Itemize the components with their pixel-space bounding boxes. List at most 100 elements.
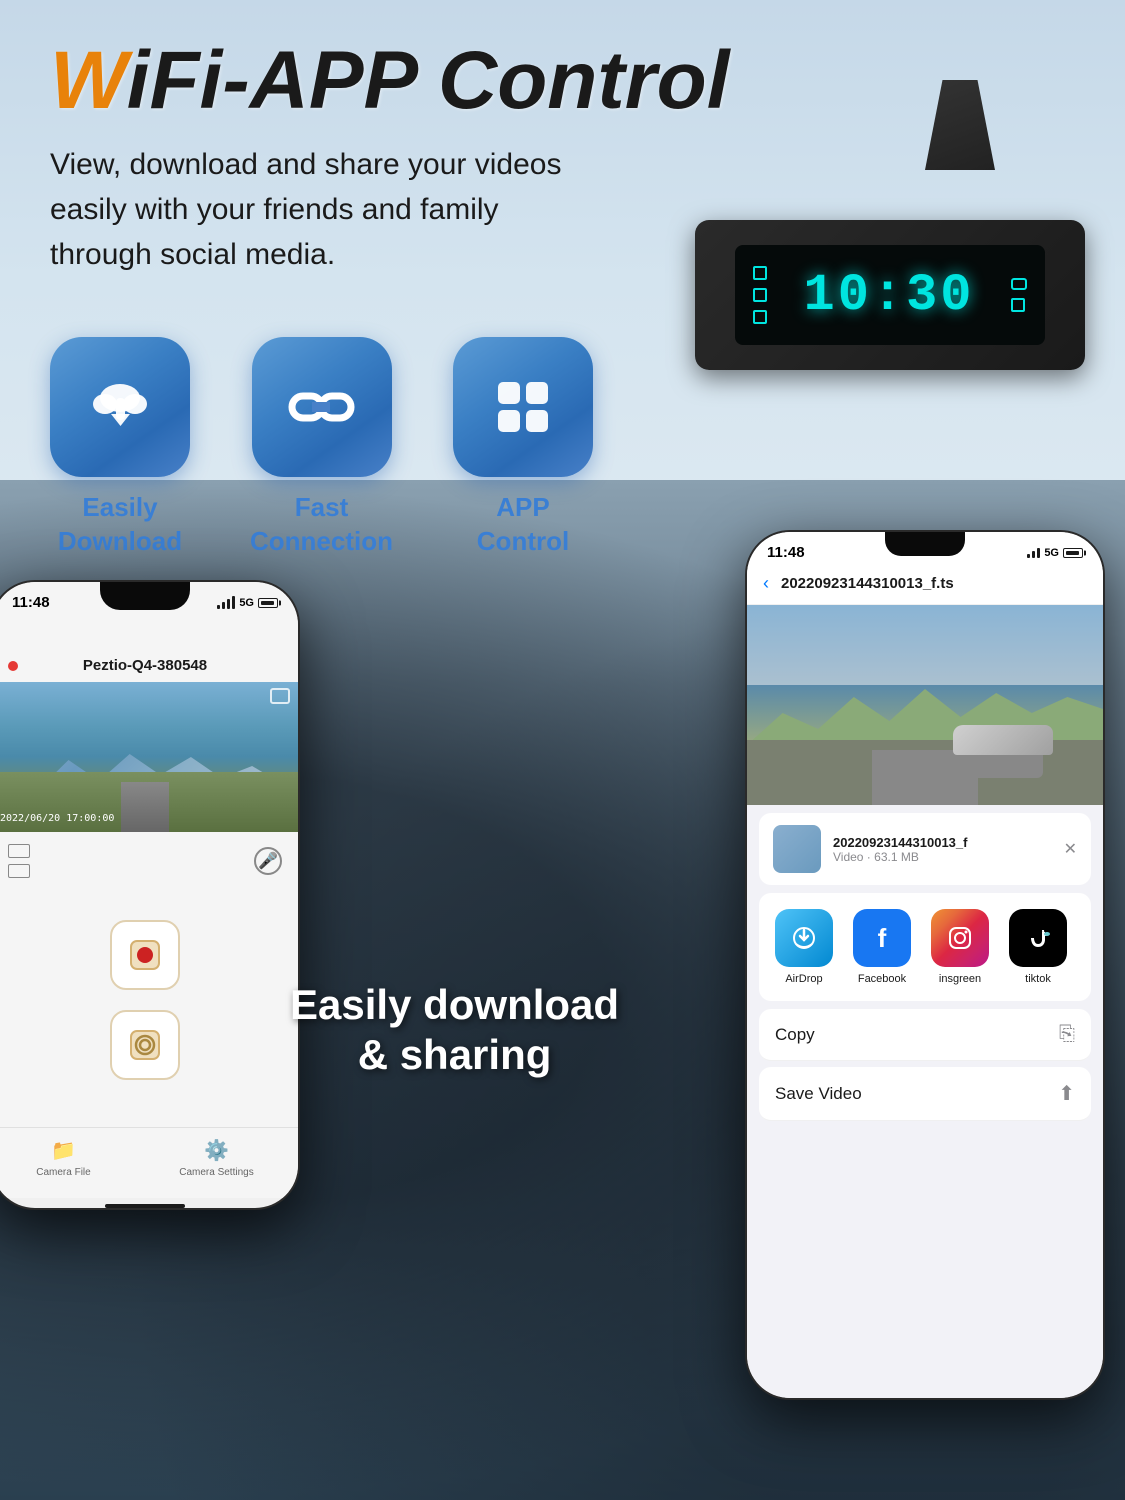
feature-control: APPControl (453, 337, 593, 559)
right-video-preview (747, 605, 1103, 805)
app-name-label: Peztio-Q4-380548 (83, 657, 207, 674)
camera-file-icon: 📁 (51, 1138, 76, 1163)
dashcam-mount (925, 80, 995, 170)
share-file-name: 20220923144310013_f (833, 835, 1052, 850)
left-controls-bar: 🎤 (0, 832, 298, 890)
overlay-text: Easily download & sharing (290, 980, 619, 1081)
overlay-heading: Easily download & sharing (290, 980, 619, 1081)
right-notch (885, 532, 965, 556)
video-timestamp: 2022/06/20 17:00:00 (0, 813, 114, 824)
camera-button[interactable] (110, 1010, 180, 1080)
nav-camera-file[interactable]: 📁 Camera File (36, 1138, 90, 1178)
dashcam-time: 10:30 (803, 266, 974, 325)
share-thumb (773, 825, 821, 873)
right-video-car (953, 725, 1053, 775)
back-arrow-icon[interactable]: ‹ (763, 573, 769, 594)
left-mini-icons (8, 844, 30, 878)
screen-icon-3 (753, 310, 767, 324)
left-phone-notch (100, 582, 190, 610)
connection-icon-box (252, 337, 392, 477)
phone-left: 11:48 5G Peztio-Q4- (0, 580, 300, 1210)
save-video-label: Save Video (775, 1084, 862, 1104)
bottom-nav: 📁 Camera File ⚙️ Camera Settings (0, 1127, 298, 1198)
home-indicator (105, 1204, 185, 1208)
network-label: 5G (239, 597, 254, 609)
download-icon-box (50, 337, 190, 477)
signal-bar-1 (217, 605, 220, 609)
subtitle-text: View, download and share your videos eas… (50, 142, 570, 277)
share-apps-row: AirDrop f Facebook (759, 893, 1091, 1001)
right-topbar: ‹ 20220923144310013_f.ts (747, 567, 1103, 605)
r-bar-3 (1037, 548, 1040, 558)
settings-icon: ⚙️ (204, 1138, 229, 1163)
facebook-icon: f (853, 909, 911, 967)
airdrop-icon (775, 909, 833, 967)
signal-bars (217, 596, 235, 609)
tiktok-icon (1009, 909, 1067, 967)
screenshot-icon (270, 688, 290, 704)
right-filename: 20220923144310013_f.ts (781, 575, 954, 592)
phone-right: 11:48 5G ‹ 20220923144310013_f.ts (745, 530, 1105, 1400)
right-status-time: 11:48 (767, 544, 805, 561)
screen-icon-2 (753, 288, 767, 302)
camera-file-label: Camera File (36, 1167, 90, 1178)
screen-wifi-icon (1011, 278, 1027, 290)
close-icon[interactable]: ✕ (1064, 839, 1077, 859)
left-status-time: 11:48 (12, 594, 50, 611)
share-app-airdrop[interactable]: AirDrop (775, 909, 833, 985)
download-icon (83, 370, 158, 445)
copy-action[interactable]: Copy ⎘ (759, 1009, 1091, 1061)
battery-icon (258, 598, 278, 608)
airdrop-label: AirDrop (785, 973, 822, 985)
share-app-facebook[interactable]: f Facebook (853, 909, 911, 985)
signal-bar-3 (227, 599, 230, 609)
right-network: 5G (1044, 547, 1059, 559)
main-buttons-area (0, 890, 298, 1127)
copy-icon: ⎘ (1059, 1023, 1075, 1046)
right-battery (1063, 548, 1083, 558)
dashcam-body: 10:30 (695, 220, 1085, 370)
facebook-label: Facebook (858, 973, 906, 985)
left-status-right: 5G (217, 596, 278, 609)
signal-bar-2 (222, 602, 225, 609)
share-file-info: 20220923144310013_f Video · 63.1 MB (833, 835, 1052, 864)
connection-icon (284, 370, 359, 445)
phones-section: 11:48 5G Peztio-Q4- (0, 530, 1125, 1500)
nav-settings[interactable]: ⚙️ Camera Settings (179, 1138, 253, 1178)
right-signal (1027, 548, 1040, 558)
share-app-instagram[interactable]: insgreen (931, 909, 989, 985)
feature-connection: FastConnection (250, 337, 393, 559)
right-phone-screen: 11:48 5G ‹ 20220923144310013_f.ts (747, 532, 1103, 1398)
settings-label: Camera Settings (179, 1167, 253, 1178)
right-status-right: 5G (1027, 547, 1083, 559)
screen-icon-4 (1011, 298, 1025, 312)
video-road (121, 782, 170, 832)
left-app-topbar: Peztio-Q4-380548 (0, 617, 298, 682)
share-app-tiktok[interactable]: tiktok (1009, 909, 1067, 985)
mini-icon-1 (8, 844, 30, 858)
dashcam-screen: 10:30 (735, 245, 1045, 345)
record-button[interactable] (110, 920, 180, 990)
right-video-sky (747, 605, 1103, 685)
instagram-icon (931, 909, 989, 967)
copy-label: Copy (775, 1025, 815, 1045)
mic-icon[interactable]: 🎤 (254, 847, 282, 875)
back-dot[interactable] (8, 661, 18, 671)
feature-download: EasilyDownload (50, 337, 190, 559)
save-icon: ⬆ (1058, 1081, 1075, 1106)
share-file-meta: Video · 63.1 MB (833, 850, 1052, 864)
share-sheet: 20220923144310013_f Video · 63.1 MB ✕ Ai… (747, 805, 1103, 1398)
screen-left-icons (753, 266, 767, 324)
signal-bar-4 (232, 596, 235, 609)
left-phone-screen: 11:48 5G Peztio-Q4- (0, 582, 298, 1208)
r-bar-1 (1027, 554, 1030, 558)
share-file-item: 20220923144310013_f Video · 63.1 MB ✕ (759, 813, 1091, 885)
instagram-label: insgreen (939, 973, 981, 985)
save-video-action[interactable]: Save Video ⬆ (759, 1067, 1091, 1121)
tiktok-label: tiktok (1025, 973, 1051, 985)
dashcam-device: 10:30 (675, 80, 1095, 380)
left-video-preview: 2022/06/20 17:00:00 (0, 682, 298, 832)
control-icon (486, 370, 561, 445)
control-icon-box (453, 337, 593, 477)
screen-right-icons (1011, 278, 1027, 312)
